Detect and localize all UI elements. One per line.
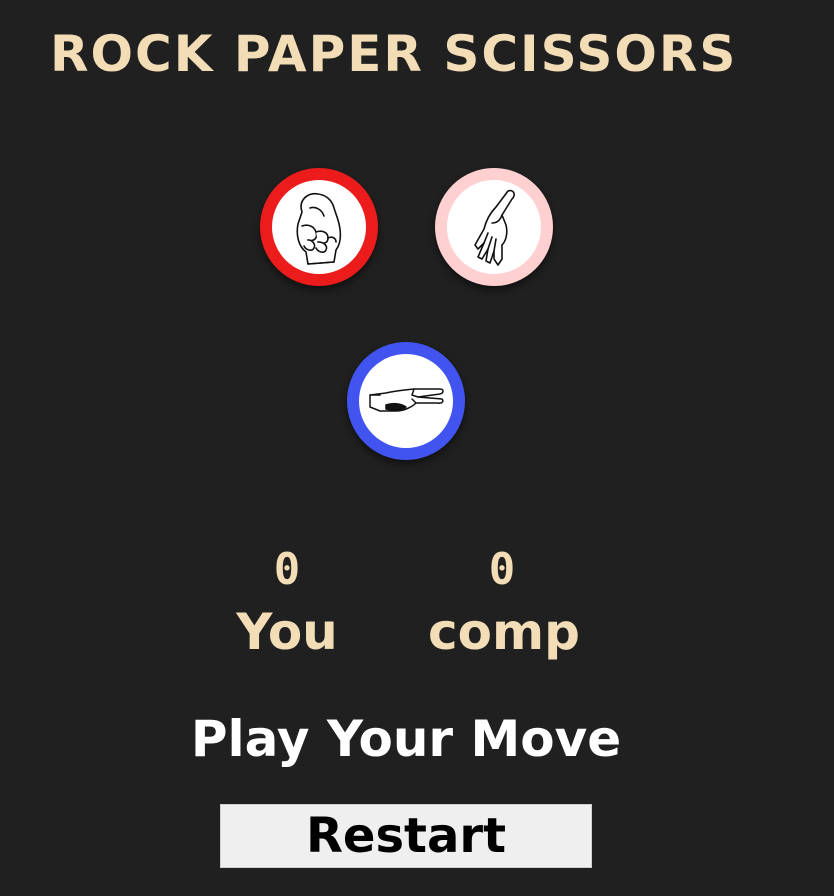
rock-fist-icon xyxy=(296,192,342,265)
game-message: Play Your Move xyxy=(190,710,622,768)
paper-hand-icon xyxy=(474,189,515,266)
restart-button[interactable]: Restart xyxy=(220,804,592,868)
scissors-hand-icon xyxy=(369,388,444,412)
comp-score: 0 xyxy=(488,544,516,595)
comp-score-label: comp xyxy=(428,603,580,661)
scissors-choice-button[interactable] xyxy=(347,342,465,460)
user-score-label: You xyxy=(236,603,338,661)
paper-choice-button[interactable] xyxy=(435,168,553,286)
user-score: 0 xyxy=(273,544,301,595)
rock-choice-button[interactable] xyxy=(260,168,378,286)
game-page: ROCK PAPER SCISSORS 0 0 You comp Play Yo… xyxy=(0,0,834,896)
game-title: ROCK PAPER SCISSORS xyxy=(50,25,738,83)
